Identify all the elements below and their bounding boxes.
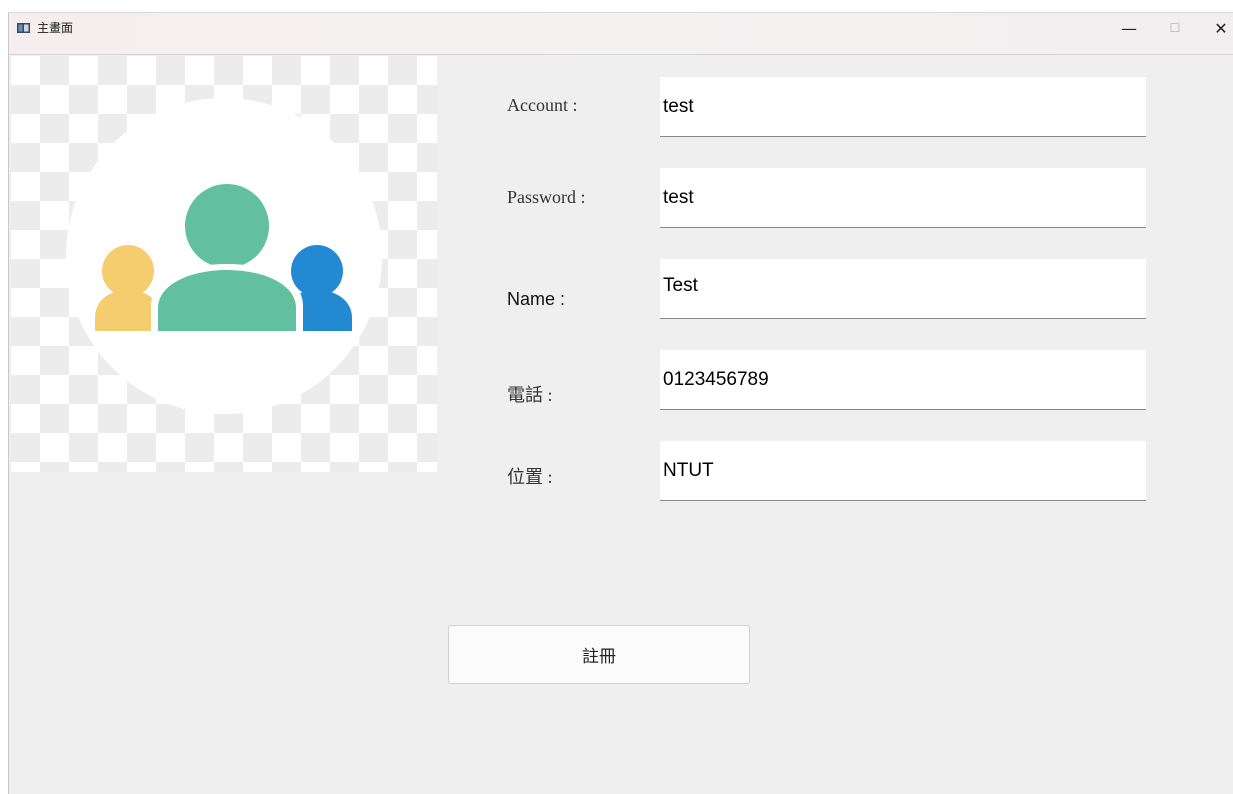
minimize-icon: — <box>1121 18 1137 38</box>
location-label: 位置 : <box>507 467 553 487</box>
user-group-icon <box>66 98 382 414</box>
maximize-icon: ☐ <box>1169 21 1181 35</box>
window-title: 主畫面 <box>37 21 74 35</box>
account-label: Account : <box>507 95 578 115</box>
name-input[interactable] <box>660 259 1146 319</box>
main-window: 主畫面 — ☐ ✕ Account : Password : Na <box>8 12 1233 794</box>
phone-input[interactable] <box>660 350 1146 410</box>
password-input[interactable] <box>660 168 1146 228</box>
account-input[interactable] <box>660 77 1146 137</box>
avatar-image <box>11 56 437 472</box>
close-button[interactable]: ✕ <box>1198 13 1233 43</box>
password-label: Password : <box>507 187 586 207</box>
location-input[interactable] <box>660 441 1146 501</box>
app-window-icon <box>17 23 30 33</box>
register-button[interactable]: 註冊 <box>448 625 750 684</box>
minimize-button[interactable]: — <box>1106 13 1152 43</box>
phone-label: 電話 : <box>507 385 553 405</box>
name-label: Name : <box>507 289 566 309</box>
title-bar[interactable]: 主畫面 — ☐ ✕ <box>9 13 1233 55</box>
close-icon: ✕ <box>1214 18 1228 38</box>
maximize-button[interactable]: ☐ <box>1152 13 1198 43</box>
